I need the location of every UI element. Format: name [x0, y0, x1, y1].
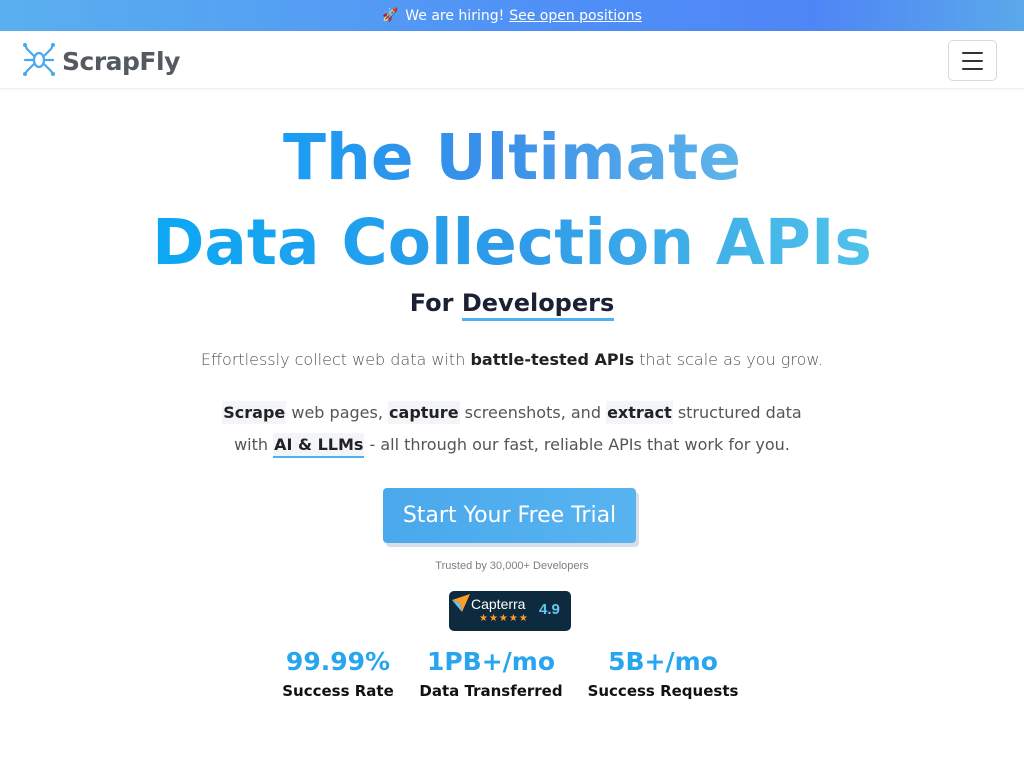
desc-ai-llms: AI & LLMs [273, 433, 365, 458]
stat-label: Success Rate [282, 682, 394, 700]
stat-label: Success Requests [587, 682, 739, 700]
stat-label: Data Transferred [419, 682, 563, 700]
desc-scrape: Scrape [222, 401, 287, 424]
logo-text: ScrapFly [62, 46, 180, 76]
hero-title-text-2: Data Collection APIs [152, 206, 872, 279]
capterra-arrow-icon [450, 592, 472, 618]
hero-title-line2: Data Collection APIs [0, 204, 1024, 282]
banner-text: We are hiring! [405, 7, 505, 24]
start-free-trial-button[interactable]: Start Your Free Trial [383, 488, 636, 543]
desc-text-5: - all through our fast, reliable APIs th… [369, 435, 790, 454]
stat-value: 5B+/mo [608, 647, 718, 676]
hero-subtitle: For Developers [0, 289, 1024, 321]
hiring-banner: 🚀 We are hiring! See open positions [0, 0, 1024, 31]
hero-title-text-1: The Ultimate [283, 121, 741, 194]
rocket-icon: 🚀 [382, 8, 399, 23]
stat-success-rate: 99.99% Success Rate [278, 646, 398, 700]
desc-text-1: web pages, [291, 403, 383, 422]
open-positions-link[interactable]: See open positions [509, 8, 642, 24]
spider-icon [22, 41, 56, 81]
description-line-2: with AI & LLMs - all through our fast, r… [0, 429, 1024, 461]
menu-toggle-button[interactable] [948, 40, 997, 81]
hero-title-line1: The Ultimate [0, 119, 1024, 197]
capterra-badge[interactable]: Capterra ★★★★★ 4.9 [449, 591, 571, 631]
desc-extract: extract [606, 401, 673, 424]
stat-value: 99.99% [285, 647, 391, 676]
desc-text-3: structured data [677, 403, 802, 422]
desc-capture: capture [388, 401, 460, 424]
logo[interactable]: ScrapFly [22, 41, 180, 81]
tagline-bold: battle-tested APIs [470, 350, 635, 369]
hamburger-icon [962, 51, 983, 54]
subtitle-highlight: Developers [461, 289, 615, 321]
stat-success-requests: 5B+/mo Success Requests [583, 646, 743, 700]
hamburger-icon-bar [962, 59, 983, 62]
hamburger-icon-bar [962, 67, 983, 70]
rating-stars-icon: ★★★★★ [479, 613, 529, 624]
capterra-name: Capterra [471, 596, 526, 612]
description: Scrape web pages, capture screenshots, a… [0, 397, 1024, 461]
capterra-score: 4.9 [539, 601, 560, 618]
description-line-1: Scrape web pages, capture screenshots, a… [0, 397, 1024, 429]
tagline-post: that scale as you grow. [639, 350, 824, 369]
tagline-pre: Effortlessly collect web data with [200, 350, 466, 369]
stat-data-transferred: 1PB+/mo Data Transferred [412, 646, 570, 700]
tagline: Effortlessly collect web data with battl… [0, 350, 1024, 369]
trusted-by-text: Trusted by 30,000+ Developers [435, 560, 589, 572]
stat-value: 1PB+/mo [426, 647, 556, 676]
subtitle-prefix: For [409, 289, 454, 317]
navbar: ScrapFly [0, 31, 1024, 89]
desc-text-2: screenshots, and [464, 403, 601, 422]
desc-text-4: with [234, 435, 269, 454]
